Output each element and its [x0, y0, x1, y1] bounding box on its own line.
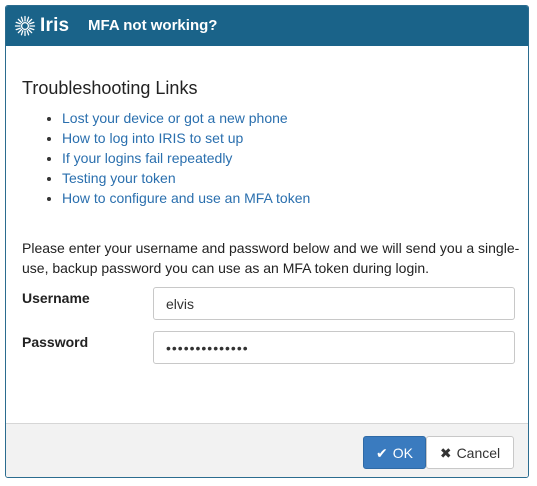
troubleshooting-links: Lost your device or got a new phone How … [22, 108, 310, 208]
list-item: How to configure and use an MFA token [62, 188, 310, 208]
link-lost-device[interactable]: Lost your device or got a new phone [62, 110, 288, 126]
iris-logo-icon [14, 15, 36, 37]
link-testing-token[interactable]: Testing your token [62, 170, 176, 186]
ok-button-label: OK [392, 444, 413, 461]
list-item: How to log into IRIS to set up [62, 128, 310, 148]
dialog-title: MFA not working? [88, 17, 218, 34]
instructions-text: Please enter your username and password … [22, 240, 520, 276]
list-item: If your logins fail repeatedly [62, 148, 310, 168]
cancel-button-label: Cancel [456, 444, 501, 461]
username-input[interactable] [153, 287, 515, 320]
link-configure-token[interactable]: How to configure and use an MFA token [62, 190, 310, 206]
iris-logo: Iris [14, 15, 69, 37]
times-icon: ✖ [439, 444, 452, 461]
list-item: Testing your token [62, 168, 310, 188]
link-log-into-iris[interactable]: How to log into IRIS to set up [62, 130, 243, 146]
password-input[interactable] [153, 331, 515, 364]
dialog-header: Iris MFA not working? [6, 6, 528, 46]
mfa-dialog: Iris MFA not working? Troubleshooting Li… [5, 5, 529, 478]
ok-button[interactable]: ✔ OK [363, 436, 426, 469]
check-icon: ✔ [376, 444, 388, 461]
dialog-footer: ✔ OK ✖ Cancel [6, 423, 528, 477]
troubleshooting-heading: Troubleshooting Links [22, 78, 198, 98]
cancel-button[interactable]: ✖ Cancel [426, 436, 514, 469]
password-label: Password [22, 334, 89, 350]
logo-text: Iris [40, 15, 70, 36]
link-logins-fail[interactable]: If your logins fail repeatedly [62, 150, 232, 166]
list-item: Lost your device or got a new phone [62, 108, 310, 128]
username-label: Username [22, 290, 90, 306]
